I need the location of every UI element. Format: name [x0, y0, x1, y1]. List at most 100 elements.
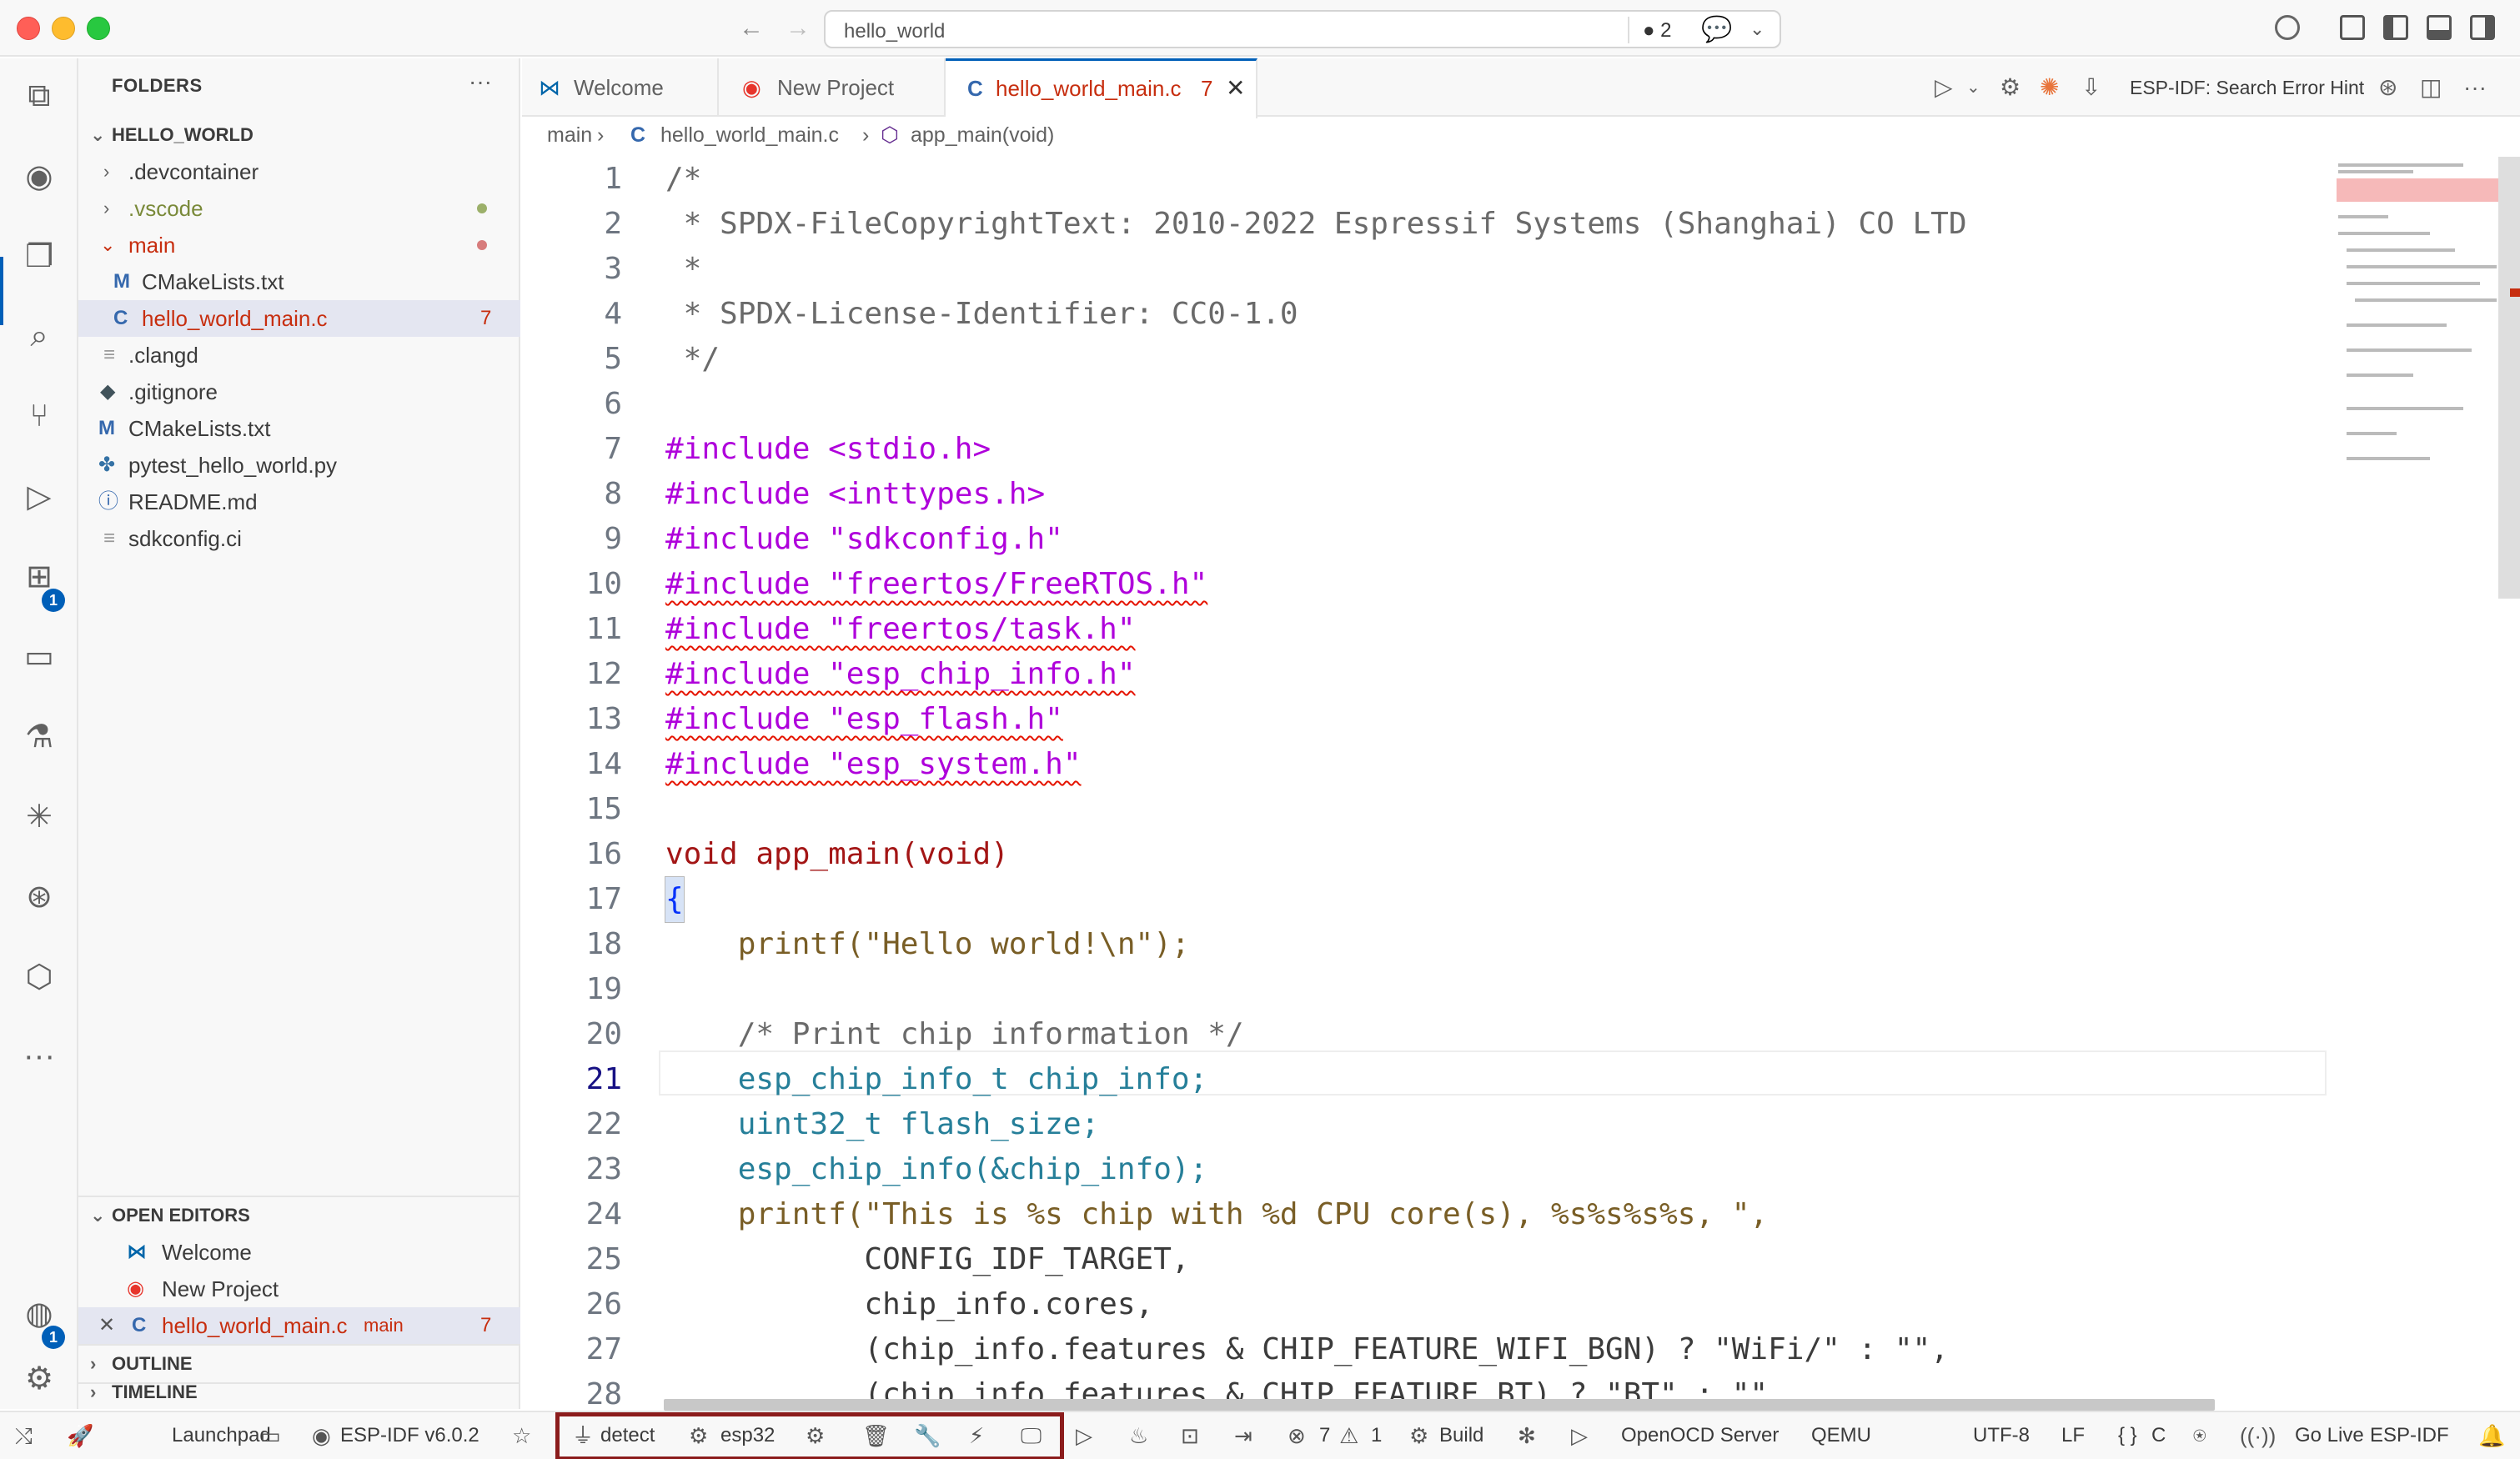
folder-root-header[interactable]: ⌄ HELLO_WORLD	[78, 117, 520, 153]
more-actions-icon[interactable]: ···	[2463, 58, 2487, 117]
gear-icon[interactable]: ⚙	[20, 1359, 58, 1397]
error-count[interactable]: 7	[1319, 1412, 1330, 1459]
flash-icon[interactable]: ⚡	[969, 1412, 984, 1459]
chevron-down-icon[interactable]: ⌄	[1749, 18, 1765, 40]
braces-icon[interactable]: { }	[2118, 1412, 2137, 1459]
back-arrow-icon[interactable]: ←	[739, 13, 764, 43]
tree-item-readme[interactable]: ⓘ README.md	[78, 484, 520, 520]
run-icon[interactable]: ⇥	[1234, 1412, 1252, 1459]
tree-item-main[interactable]: ⌄ main	[78, 227, 520, 263]
remote-explorer-icon[interactable]: ▭	[20, 637, 58, 675]
files-icon[interactable]: ❐	[20, 237, 58, 275]
breadcrumb-folder[interactable]: main	[547, 118, 592, 152]
openocd-server-button[interactable]: OpenOCD Server	[1621, 1412, 1779, 1459]
copilot-icon[interactable]: ⍟	[2193, 1412, 2206, 1459]
notification-count[interactable]: ● 2	[1643, 19, 1672, 43]
build-button[interactable]: Build	[1439, 1412, 1483, 1459]
accounts-layout-icon[interactable]	[2275, 15, 2300, 40]
tree-item-hello-world-main[interactable]: C hello_world_main.c 7	[78, 300, 520, 337]
tree-item-label: .clangd	[128, 343, 198, 368]
search-icon[interactable]: ⌕	[20, 317, 58, 355]
warning-count[interactable]: 1	[1371, 1412, 1382, 1459]
tree-item-cmakelists[interactable]: M CMakeLists.txt	[78, 410, 520, 447]
customize-layout-icon[interactable]	[2340, 15, 2365, 40]
flame-icon[interactable]: ♨	[1129, 1412, 1148, 1459]
container-icon[interactable]: ⬡	[20, 957, 58, 995]
tree-item-vscode[interactable]: › .vscode	[78, 190, 520, 227]
play-icon[interactable]: ▷	[1571, 1412, 1588, 1459]
open-editor-new-project[interactable]: ◉ New Project	[78, 1271, 520, 1307]
asterisk-icon[interactable]: ✳	[20, 797, 58, 835]
sparkle-icon[interactable]: ✺	[2040, 58, 2059, 117]
search-error-hint-button[interactable]: ESP-IDF: Search Error Hint	[2130, 58, 2364, 117]
git-graph-icon[interactable]: ⊛	[20, 877, 58, 915]
esp-idf-button[interactable]: ESP-IDF	[2370, 1412, 2449, 1459]
open-editor-hello-world-main[interactable]: ✕ C hello_world_main.c main 7	[78, 1307, 520, 1344]
bell-icon[interactable]: 🔔	[2478, 1412, 2505, 1459]
launchpad-button[interactable]: Launchpad	[172, 1412, 271, 1459]
trash-icon[interactable]: 🗑	[862, 1412, 890, 1459]
more-actions-icon[interactable]: ···	[469, 68, 492, 95]
folder-icon[interactable]: ▭	[260, 1412, 281, 1459]
plug-icon: ⏚	[572, 1423, 595, 1448]
language-mode-button[interactable]: C	[2151, 1412, 2166, 1459]
testing-icon[interactable]: ⚗	[20, 717, 58, 755]
debug-icon[interactable]: ▷	[1076, 1412, 1092, 1459]
terminal-icon[interactable]: ⊡	[1181, 1412, 1199, 1459]
rocket-icon[interactable]: 🚀	[67, 1412, 93, 1459]
code-editor[interactable]: 1/* 2 * SPDX-FileCopyrightText: 2010-202…	[522, 157, 2332, 1407]
build-icon[interactable]: ⇩	[2081, 58, 2101, 117]
tree-item-devcontainer[interactable]: › .devcontainer	[78, 153, 520, 190]
encoding-button[interactable]: UTF-8	[1973, 1412, 2030, 1459]
open-editor-welcome[interactable]: ⋈ Welcome	[78, 1234, 520, 1271]
command-center[interactable]: hello_world ● 2 💬 ⌄	[824, 10, 1781, 48]
go-live-button[interactable]: Go Live	[2295, 1412, 2364, 1459]
tree-item-clangd[interactable]: ≡ .clangd	[78, 337, 520, 374]
remote-icon[interactable]: ⤭	[15, 1412, 33, 1459]
tree-item-main-cmakelists[interactable]: M CMakeLists.txt	[78, 263, 520, 300]
qemu-button[interactable]: QEMU	[1811, 1412, 1871, 1459]
toggle-secondary-sidebar-icon[interactable]	[2470, 15, 2495, 40]
close-window-button[interactable]	[17, 17, 40, 40]
forward-arrow-icon[interactable]: →	[786, 13, 811, 43]
vertical-scrollbar[interactable]	[2498, 157, 2520, 599]
tree-item-gitignore[interactable]: ◆ .gitignore	[78, 374, 520, 410]
run-debug-icon[interactable]: ▷	[20, 477, 58, 515]
target-select-button[interactable]: esp32	[720, 1412, 775, 1459]
tree-item-pytest[interactable]: ✤ pytest_hello_world.py	[78, 447, 520, 484]
source-control-icon[interactable]: ⑂	[20, 397, 58, 435]
port-detect-button[interactable]: detect	[600, 1412, 655, 1459]
split-editor-icon[interactable]: ◫	[2420, 58, 2442, 117]
close-icon[interactable]: ✕	[1226, 61, 1245, 116]
tab-hello-world-main[interactable]: C hello_world_main.c 7 ✕	[946, 58, 1257, 118]
zoom-window-button[interactable]	[87, 17, 110, 40]
breadcrumb-file[interactable]: hello_world_main.c	[660, 118, 839, 152]
tab-new-project[interactable]: ◉ New Project	[719, 58, 946, 117]
eol-button[interactable]: LF	[2061, 1412, 2085, 1459]
openai-icon[interactable]: ⊛	[2378, 58, 2397, 117]
run-debug-icon[interactable]: ▷	[1935, 58, 1953, 117]
star-icon[interactable]: ☆	[512, 1412, 531, 1459]
chat-icon[interactable]: 💬	[1701, 15, 1732, 44]
minimap[interactable]	[2335, 157, 2498, 657]
explorer-icon[interactable]: ⧉	[20, 77, 58, 115]
horizontal-scrollbar[interactable]	[664, 1399, 2215, 1411]
tree-item-sdkconfig[interactable]: ≡ sdkconfig.ci	[78, 520, 520, 557]
espressif-icon[interactable]: ◉	[20, 157, 58, 195]
sdkconfig-icon[interactable]: ⚙	[806, 1412, 825, 1459]
gear-icon[interactable]: ⚙	[2000, 58, 2021, 117]
monitor-icon[interactable]: 🖵	[1021, 1412, 1042, 1459]
more-icon[interactable]: ···	[20, 1037, 58, 1075]
tab-welcome[interactable]: ⋈ Welcome	[522, 58, 719, 117]
minimize-window-button[interactable]	[52, 17, 75, 40]
esp-idf-version-button[interactable]: ESP-IDF v6.0.2	[340, 1412, 479, 1459]
breadcrumb-symbol[interactable]: app_main(void)	[911, 118, 1054, 152]
wrench-icon[interactable]: 🔧	[914, 1412, 941, 1459]
timeline-header[interactable]: › TIMELINE	[78, 1374, 520, 1411]
bug-icon[interactable]: ✻	[1518, 1412, 1536, 1459]
toggle-panel-icon[interactable]	[2427, 15, 2452, 40]
close-icon[interactable]: ✕	[98, 1307, 115, 1344]
chevron-down-icon[interactable]: ⌄	[1966, 58, 1980, 117]
open-editors-header[interactable]: ⌄ OPEN EDITORS	[78, 1197, 520, 1234]
toggle-primary-sidebar-icon[interactable]	[2383, 15, 2408, 40]
